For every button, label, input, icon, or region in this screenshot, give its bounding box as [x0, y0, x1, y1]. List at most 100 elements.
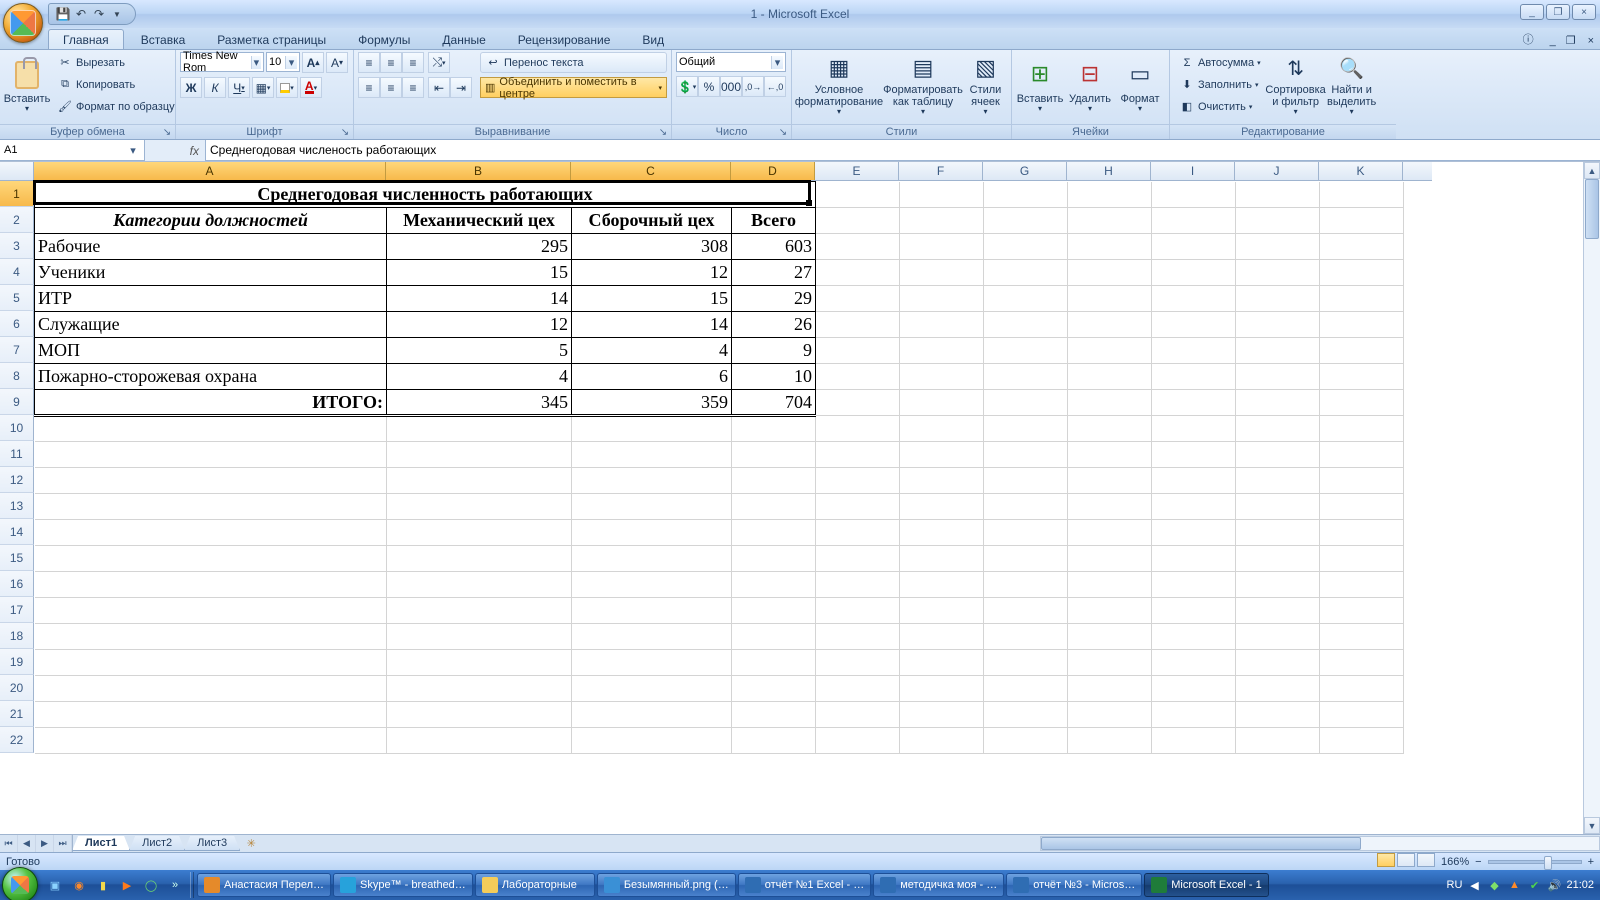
cell[interactable] [1068, 676, 1152, 702]
cell[interactable] [900, 676, 984, 702]
cell[interactable] [572, 676, 732, 702]
cell[interactable] [387, 520, 572, 546]
cell[interactable] [35, 676, 387, 702]
help-icon[interactable]: ⓘ [1519, 29, 1538, 49]
cell[interactable] [387, 598, 572, 624]
scroll-thumb[interactable] [1041, 837, 1361, 850]
cell[interactable] [1320, 598, 1404, 624]
cell[interactable]: Рабочие [35, 234, 387, 260]
save-icon[interactable]: 💾 [55, 6, 71, 22]
cell[interactable] [900, 312, 984, 338]
cell[interactable] [1152, 546, 1236, 572]
cell[interactable] [1152, 234, 1236, 260]
cell[interactable] [572, 546, 732, 572]
volume-icon[interactable]: 🔊 [1546, 877, 1562, 893]
cell[interactable] [1068, 182, 1152, 208]
cell[interactable] [1068, 494, 1152, 520]
cell[interactable]: ИТОГО: [35, 390, 387, 416]
normal-view-button[interactable] [1377, 853, 1395, 867]
cell[interactable] [572, 468, 732, 494]
page-break-view-button[interactable] [1417, 853, 1435, 867]
cell[interactable]: 12 [572, 260, 732, 286]
doc-close-button[interactable]: × [1582, 33, 1600, 49]
cell[interactable] [900, 364, 984, 390]
border-button[interactable]: ▦▾ [252, 77, 274, 98]
col-header-B[interactable]: B [386, 162, 571, 180]
cell[interactable] [387, 546, 572, 572]
percent-button[interactable]: % [698, 76, 720, 97]
cell[interactable] [984, 260, 1068, 286]
tab-данные[interactable]: Данные [427, 29, 500, 49]
ql-more-icon[interactable]: » [164, 874, 186, 896]
cell[interactable] [1152, 572, 1236, 598]
cell[interactable] [35, 442, 387, 468]
cell[interactable]: Всего [732, 208, 816, 234]
cell[interactable] [1320, 182, 1404, 208]
thousands-button[interactable]: 000 [720, 76, 742, 97]
cell[interactable]: Механический цех [387, 208, 572, 234]
cell[interactable] [1320, 364, 1404, 390]
cell[interactable] [1320, 650, 1404, 676]
cell[interactable]: 4 [387, 364, 572, 390]
cell[interactable] [816, 572, 900, 598]
grow-font-button[interactable]: A▴ [302, 52, 324, 73]
cell[interactable] [387, 442, 572, 468]
delete-cells-button[interactable]: ⊟ Удалить▾ [1066, 52, 1114, 120]
cell[interactable] [1320, 338, 1404, 364]
cell[interactable] [1236, 416, 1320, 442]
increase-decimal-button[interactable]: ,0→ [742, 76, 764, 97]
cell[interactable] [572, 728, 732, 754]
cell[interactable] [984, 364, 1068, 390]
cell[interactable] [900, 416, 984, 442]
cell[interactable] [572, 572, 732, 598]
col-header-E[interactable]: E [815, 162, 899, 180]
cell[interactable] [900, 598, 984, 624]
font-size-select[interactable]: 10 ▾ [266, 52, 300, 72]
col-header-K[interactable]: K [1319, 162, 1403, 180]
row-header-11[interactable]: 11 [0, 441, 34, 467]
cell[interactable] [1320, 572, 1404, 598]
zoom-value[interactable]: 166% [1441, 856, 1469, 868]
cell[interactable] [1320, 520, 1404, 546]
task-item[interactable]: Microsoft Excel - 1 [1144, 873, 1268, 897]
cell[interactable] [816, 702, 900, 728]
cell[interactable] [1068, 286, 1152, 312]
italic-button[interactable]: К [204, 77, 226, 98]
row-header-17[interactable]: 17 [0, 597, 34, 623]
row-header-5[interactable]: 5 [0, 285, 34, 311]
col-header-H[interactable]: H [1067, 162, 1151, 180]
cell[interactable] [900, 338, 984, 364]
decrease-indent-button[interactable]: ⇤ [428, 77, 450, 98]
cell[interactable] [984, 182, 1068, 208]
cell[interactable]: 10 [732, 364, 816, 390]
cell[interactable] [387, 728, 572, 754]
cell[interactable] [35, 650, 387, 676]
row-header-14[interactable]: 14 [0, 519, 34, 545]
cell[interactable] [984, 442, 1068, 468]
row-header-18[interactable]: 18 [0, 623, 34, 649]
cell[interactable] [816, 390, 900, 416]
col-header-I[interactable]: I [1151, 162, 1235, 180]
task-item[interactable]: отчёт №1 Excel - … [738, 873, 872, 897]
ql-icon[interactable]: ◉ [68, 874, 90, 896]
cell[interactable] [1236, 624, 1320, 650]
scroll-up-icon[interactable]: ▲ [1584, 162, 1600, 179]
row-header-22[interactable]: 22 [0, 727, 34, 753]
row-header-4[interactable]: 4 [0, 259, 34, 285]
row-header-8[interactable]: 8 [0, 363, 34, 389]
cell[interactable] [732, 494, 816, 520]
task-item[interactable]: отчёт №3 - Micros… [1006, 873, 1142, 897]
cell[interactable]: 704 [732, 390, 816, 416]
cell[interactable] [984, 624, 1068, 650]
cell[interactable] [816, 520, 900, 546]
cell[interactable] [816, 234, 900, 260]
zoom-knob[interactable] [1544, 856, 1552, 870]
cell[interactable] [984, 572, 1068, 598]
paste-button[interactable]: Вставить ▾ [4, 52, 50, 120]
cell[interactable] [984, 416, 1068, 442]
row-header-13[interactable]: 13 [0, 493, 34, 519]
cell[interactable] [900, 702, 984, 728]
task-item[interactable]: Анастасия Перел… [197, 873, 331, 897]
cell[interactable] [816, 728, 900, 754]
cell[interactable] [387, 676, 572, 702]
